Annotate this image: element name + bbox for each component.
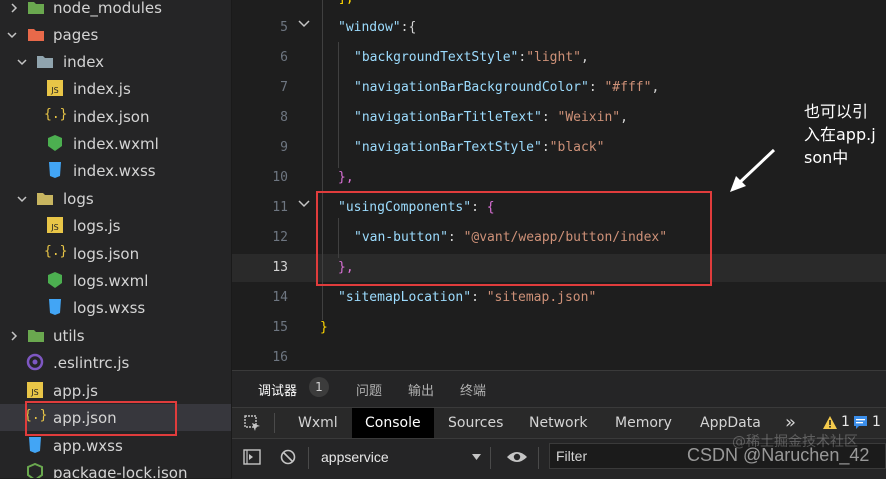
chevron-down-icon [17,196,27,203]
message-icon [854,416,867,429]
js-file-icon: JS [47,80,63,96]
code-editor[interactable]: ], 5 6 7 8 9 10 11 12 13 14 15 16 "windo… [232,0,886,370]
folder-utils-icon [28,330,44,342]
inspect-element-icon[interactable] [244,415,262,433]
code-line-14: "sitemapLocation": "sitemap.json" [338,290,597,305]
code-line-15: } [320,320,328,335]
tree-item-node-modules[interactable]: node_modules [0,0,231,21]
divider [490,447,491,469]
line-number: 13 [272,260,288,275]
tree-item-eslintrc[interactable]: .eslintrc.js [0,349,231,376]
tab-problems[interactable]: 问题 [356,380,382,399]
eye-icon[interactable] [506,450,528,464]
tree-item-app-js[interactable]: JS app.js [0,377,231,404]
tree-item-logs-folder[interactable]: logs [0,185,231,212]
code-line-5: "window":{ [338,20,417,35]
tree-item-logs-json[interactable]: {.} logs.json [0,240,231,267]
chevron-down-icon [7,32,17,39]
warning-icon [823,416,837,429]
tree-item-utils-folder[interactable]: utils [0,322,231,349]
css-file-icon [49,299,61,315]
js-file-icon: JS [27,382,43,398]
line-number: 15 [272,320,288,335]
file-explorer: node_modules pages index JS index.js {.}… [0,0,232,478]
tab-terminal[interactable]: 终端 [460,380,486,399]
tree-item-index-js[interactable]: JS index.js [0,75,231,102]
tab-network[interactable]: Network [516,408,600,438]
clear-console-icon[interactable] [280,449,296,465]
folder-open-icon [37,193,53,205]
folder-open-icon [37,56,53,68]
tree-item-app-wxss[interactable]: app.wxss [0,432,231,459]
tab-debugger[interactable]: 调试器 [258,380,297,399]
tree-item-logs-wxss[interactable]: logs.wxss [0,294,231,321]
code-line-6: "backgroundTextStyle":"light", [354,50,589,65]
line-number: 14 [272,290,288,305]
json-file-icon: {.} [44,107,68,122]
folder-open-icon [28,29,44,41]
divider [274,413,275,433]
divider [538,447,539,469]
annotation-arrow-icon [730,148,776,192]
tab-memory[interactable]: Memory [602,408,685,438]
code-line-8: "navigationBarTitleText": "Weixin", [354,110,628,125]
tab-output[interactable]: 输出 [408,380,434,399]
css-file-icon [29,437,41,453]
sidebar-toggle-icon[interactable] [243,449,261,465]
debug-panel: 调试器 1 问题 输出 终端 Wxml Console Sources Netw… [232,370,886,479]
wxml-file-icon [48,135,62,151]
line-number: 7 [280,80,288,95]
indent-guide [338,42,339,168]
tree-item-index-json[interactable]: {.} index.json [0,103,231,130]
fold-chevron-icon[interactable] [298,20,310,28]
line-number: 8 [280,110,288,125]
svg-text:JS: JS [50,223,58,232]
code-line-9: "navigationBarTextStyle":"black" [354,140,605,155]
chevron-down-icon [17,59,27,66]
line-number: 16 [272,350,288,365]
line-number: 9 [280,140,288,155]
code-line-4: ], [338,0,354,6]
line-number: 5 [280,20,288,35]
line-number: 12 [272,230,288,245]
app-json-highlight-box [25,401,177,436]
using-components-highlight-box [316,191,712,286]
svg-text:JS: JS [50,86,58,95]
debugger-badge: 1 [309,377,329,397]
tree-item-pages[interactable]: pages [0,21,231,48]
tab-console[interactable]: Console [352,408,434,438]
tree-item-package-lock[interactable]: package-lock.json [0,459,231,478]
js-file-icon: JS [47,217,63,233]
divider [308,447,309,469]
console-filter-bar: appservice Filter @稀土掘金技术社区 CSDN @Naruch… [232,434,886,477]
line-number: 6 [280,50,288,65]
eslint-file-icon [26,353,44,371]
code-line-10: }, [338,170,354,185]
tab-sources[interactable]: Sources [435,408,516,438]
warning-count[interactable]: 1 [841,414,850,430]
tree-item-index-wxss[interactable]: index.wxss [0,157,231,184]
context-select[interactable]: appservice [321,449,389,465]
package-file-icon [27,463,43,478]
message-count[interactable]: 1 [872,414,881,430]
line-number: 11 [272,200,288,215]
tree-item-logs-wxml[interactable]: logs.wxml [0,267,231,294]
tree-item-index-wxml[interactable]: index.wxml [0,130,231,157]
chevron-right-icon [11,331,18,341]
folder-node-icon [28,2,44,14]
tree-item-logs-js[interactable]: JS logs.js [0,212,231,239]
annotation-note: 也可以引入在app.json中 [804,102,876,167]
json-file-icon: {.} [44,244,68,259]
watermark-csdn: CSDN @Naruchen_42 [687,445,870,465]
css-file-icon [49,162,61,178]
code-line-7: "navigationBarBackgroundColor": "#fff", [354,80,660,95]
dropdown-caret-icon[interactable] [472,454,481,460]
fold-chevron-icon[interactable] [298,200,310,208]
line-number: 10 [272,170,288,185]
svg-text:JS: JS [30,388,38,397]
tree-item-index-folder[interactable]: index [0,48,231,75]
wxml-file-icon [48,272,62,288]
chevron-right-icon [11,3,18,13]
tab-wxml[interactable]: Wxml [285,408,351,438]
